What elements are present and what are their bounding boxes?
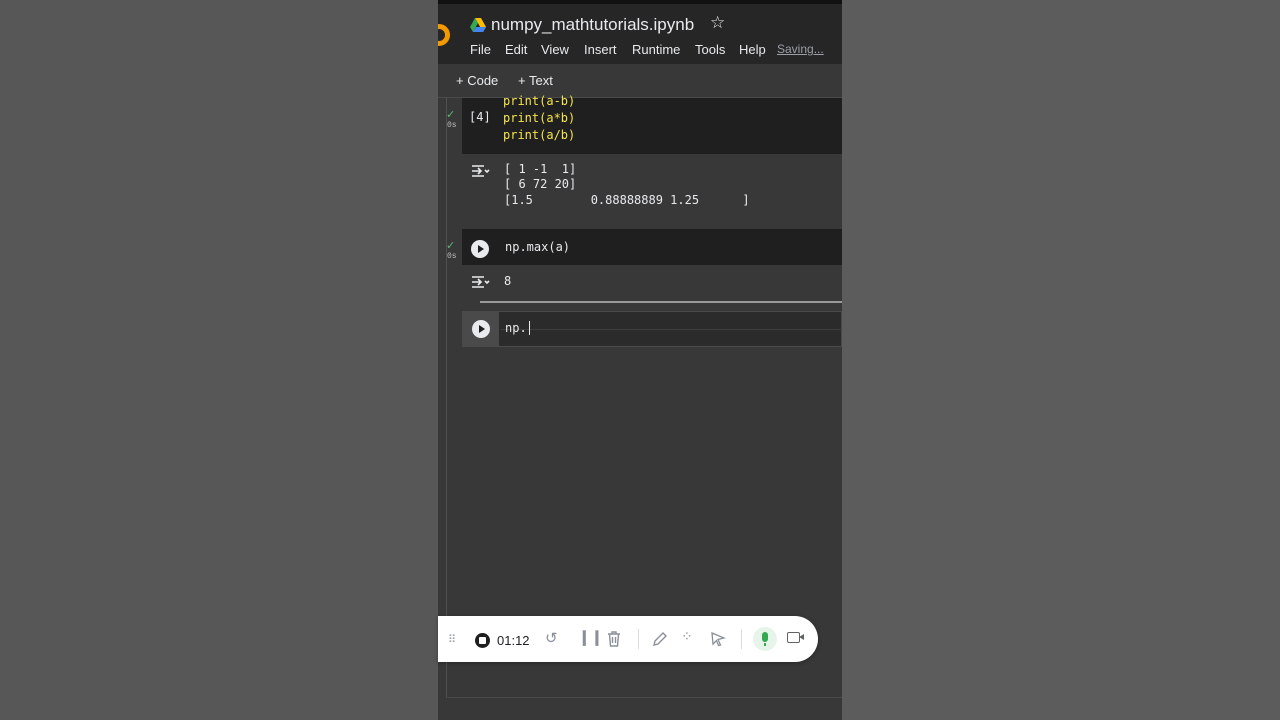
code-editor-input[interactable]: np.	[505, 321, 527, 335]
star-icon[interactable]: ☆	[710, 13, 725, 33]
code-cell-3-active[interactable]: np.	[462, 311, 842, 347]
toolbar-divider	[741, 629, 742, 649]
cell-guide-line	[501, 329, 842, 330]
output-line: [1.5 0.88888889 1.25 ]	[504, 193, 750, 207]
code-line: print(a*b)	[503, 111, 576, 125]
add-code-button[interactable]: + Code	[456, 73, 498, 88]
notebook-title[interactable]: numpy_mathtutorials.ipynb	[491, 15, 694, 35]
pen-icon[interactable]	[652, 631, 668, 647]
notebook-left-rule	[446, 98, 447, 698]
code-cell-2[interactable]: np.max(a)	[462, 229, 842, 265]
run-success-icon: ✓	[446, 109, 456, 121]
grid-dots-icon[interactable]: ⁘	[681, 628, 693, 645]
menu-view[interactable]: View	[541, 42, 569, 57]
toolbar-divider	[638, 629, 639, 649]
cell-duration: 0s	[447, 121, 457, 130]
add-text-button[interactable]: + Text	[518, 73, 553, 88]
google-drive-icon	[470, 18, 486, 32]
code-line: print(a/b)	[503, 128, 576, 142]
run-cell-button[interactable]	[471, 240, 489, 258]
notebook-toolbar: + Code + Text	[438, 64, 842, 98]
text-caret	[529, 321, 530, 335]
right-backdrop	[842, 0, 1280, 720]
colab-notebook-window: numpy_mathtutorials.ipynb ☆ File Edit Vi…	[438, 0, 842, 720]
menu-help[interactable]: Help	[739, 42, 766, 57]
code-text: np.max(a)	[505, 240, 571, 254]
stop-recording-button[interactable]	[475, 633, 490, 648]
run-success-icon: ✓	[446, 240, 456, 252]
save-status[interactable]: Saving...	[777, 42, 824, 56]
run-cell-button[interactable]	[472, 320, 490, 338]
recording-timer: 01:12	[497, 633, 530, 648]
output-line: [ 6 72 20]	[504, 177, 577, 191]
menu-runtime[interactable]: Runtime	[632, 42, 680, 57]
menu-tools[interactable]: Tools	[695, 42, 725, 57]
delete-icon[interactable]	[607, 631, 621, 647]
output-actions-icon[interactable]	[470, 163, 490, 179]
screen-recorder-bar: ⠿ 01:12 ↺ ❙❙ ⁘	[438, 616, 818, 662]
restart-icon[interactable]: ↺	[545, 629, 558, 647]
menu-file[interactable]: File	[470, 42, 491, 57]
menu-insert[interactable]: Insert	[584, 42, 617, 57]
menu-edit[interactable]: Edit	[505, 42, 527, 57]
notebook-bottom-rule	[446, 697, 842, 698]
pause-icon[interactable]: ❙❙	[578, 628, 603, 646]
execution-count: [4]	[469, 110, 491, 124]
output-value: 8	[504, 274, 512, 288]
cell-separator	[480, 301, 842, 303]
drag-handle-icon[interactable]: ⠿	[448, 633, 457, 646]
left-backdrop	[0, 0, 438, 720]
status-strip	[438, 0, 842, 4]
microphone-icon[interactable]	[753, 627, 777, 651]
code-line: print(a-b)	[503, 94, 576, 108]
output-line: [ 1 -1 1]	[504, 162, 577, 176]
output-actions-icon[interactable]	[470, 274, 490, 290]
code-cell-1[interactable]: print(a-b) print(a*b) print(a/b)	[462, 94, 842, 154]
cell-duration: 0s	[447, 252, 457, 261]
cursor-icon[interactable]	[710, 631, 726, 647]
code-line: np.max(a)	[505, 240, 570, 254]
camera-icon[interactable]	[787, 632, 804, 643]
